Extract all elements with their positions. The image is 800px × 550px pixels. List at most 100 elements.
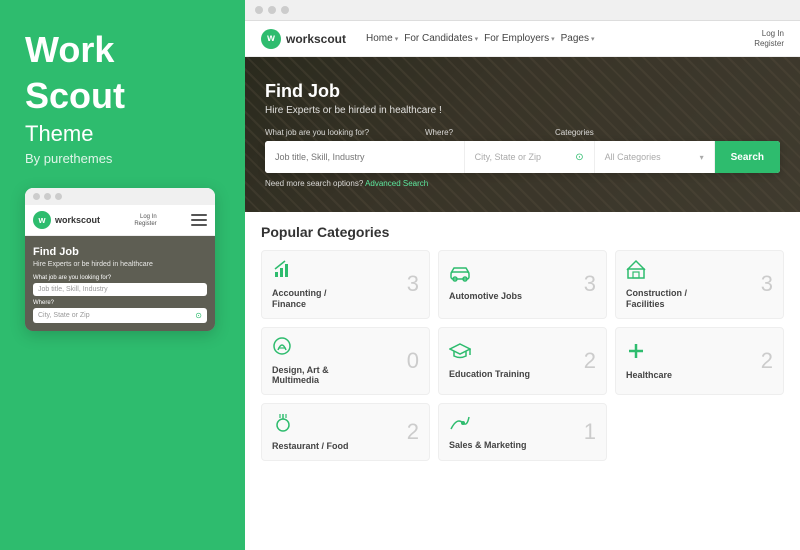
design-name: Design, Art &Multimedia <box>272 365 329 387</box>
nav-pages[interactable]: Pages ▾ <box>561 33 595 44</box>
restaurant-count: 2 <box>407 419 419 445</box>
education-icon <box>449 342 530 365</box>
hero-advanced-search: Need more search options? Advanced Searc… <box>265 179 780 188</box>
title-scout: Scout <box>25 76 220 116</box>
subtitle-theme: Theme <box>25 121 220 147</box>
mobile-job-label: What job are you looking for? <box>33 275 207 281</box>
site-register-link[interactable]: Register <box>754 39 784 48</box>
category-card-restaurant[interactable]: Restaurant / Food 2 <box>261 403 430 461</box>
education-name: Education Training <box>449 369 530 380</box>
site-logo: w workscout <box>261 29 346 49</box>
mobile-nav-right: Log In Register <box>134 214 156 227</box>
hero-search-button[interactable]: Search <box>715 141 780 173</box>
category-left-accounting: Accounting /Finance <box>272 259 327 310</box>
healthcare-name: Healthcare <box>626 370 672 381</box>
category-left-healthcare: Healthcare <box>626 341 672 381</box>
mobile-titlebar <box>25 188 215 205</box>
employers-chevron-icon: ▾ <box>551 35 555 43</box>
category-card-design[interactable]: Design, Art &Multimedia 0 <box>261 327 430 396</box>
site-logo-icon: w <box>261 29 281 49</box>
mobile-hero: Find Job Hire Experts or be hirded in he… <box>25 236 215 331</box>
mobile-login-link[interactable]: Log In <box>140 214 157 220</box>
automotive-count: 3 <box>584 271 596 297</box>
education-count: 2 <box>584 348 596 374</box>
title-work: Work <box>25 30 220 70</box>
website-preview: w workscout Home ▾ For Candidates ▾ For … <box>245 21 800 550</box>
nav-employers[interactable]: For Employers ▾ <box>484 33 555 44</box>
site-login-link[interactable]: Log In <box>762 29 784 38</box>
hero-location-input[interactable]: City, State or Zip ⊙ <box>465 141 595 173</box>
mobile-preview: w workscout Log In Register Find Job Hir… <box>25 188 215 331</box>
browser-dot-3 <box>281 6 289 14</box>
hero-job-input[interactable] <box>265 141 465 173</box>
category-card-sales[interactable]: Sales & Marketing 1 <box>438 403 607 461</box>
category-card-accounting[interactable]: Accounting /Finance 3 <box>261 250 430 319</box>
categories-grid: Accounting /Finance 3 Automotive Jobs 3 <box>261 250 784 461</box>
accounting-icon <box>272 259 327 284</box>
hero-category-select[interactable]: All Categories ▾ <box>595 141 715 173</box>
mobile-hero-content: Find Job Hire Experts or be hirded in he… <box>33 246 207 323</box>
automotive-icon <box>449 266 522 287</box>
mobile-dot-1 <box>33 193 40 200</box>
category-card-healthcare[interactable]: Healthcare 2 <box>615 327 784 396</box>
mobile-hero-title: Find Job <box>33 246 207 258</box>
site-logo-text: workscout <box>286 32 346 46</box>
category-card-automotive[interactable]: Automotive Jobs 3 <box>438 250 607 319</box>
location-pin-icon: ⊙ <box>575 152 583 163</box>
site-hero: Find Job Hire Experts or be hirded in he… <box>245 57 800 212</box>
restaurant-name: Restaurant / Food <box>272 441 349 452</box>
mobile-nav: w workscout Log In Register <box>25 205 215 236</box>
right-panel: w workscout Home ▾ For Candidates ▾ For … <box>245 0 800 550</box>
hero-search-bar: City, State or Zip ⊙ All Categories ▾ Se… <box>265 141 780 173</box>
mobile-logo-icon: w <box>33 211 51 229</box>
mobile-where-label: Where? <box>33 300 207 306</box>
hero-categories-label: Categories <box>555 128 780 137</box>
accounting-name: Accounting /Finance <box>272 288 327 310</box>
hero-labels: What job are you looking for? Where? Cat… <box>265 128 780 137</box>
category-left-restaurant: Restaurant / Food <box>272 412 349 452</box>
hero-title: Find Job <box>265 81 780 102</box>
nav-candidates[interactable]: For Candidates ▾ <box>404 33 478 44</box>
sales-icon <box>449 413 527 436</box>
hero-subtitle: Hire Experts or be hirded in healthcare … <box>265 105 780 116</box>
mobile-dot-2 <box>44 193 51 200</box>
sales-count: 1 <box>584 419 596 445</box>
mobile-register-link[interactable]: Register <box>134 221 156 227</box>
restaurant-icon <box>272 412 349 437</box>
advanced-search-link[interactable]: Advanced Search <box>365 179 428 188</box>
design-icon <box>272 336 329 361</box>
mobile-logo-text: workscout <box>55 215 100 225</box>
category-left-construction: Construction /Facilities <box>626 259 687 310</box>
hero-content: Find Job Hire Experts or be hirded in he… <box>245 81 800 188</box>
mobile-job-input[interactable]: Job title, Skill, Industry <box>33 283 207 296</box>
browser-dot-2 <box>268 6 276 14</box>
site-nav-right: Log In Register <box>754 29 784 48</box>
healthcare-count: 2 <box>761 348 773 374</box>
healthcare-icon <box>626 341 672 366</box>
mobile-hamburger-icon[interactable] <box>191 214 207 226</box>
candidates-chevron-icon: ▾ <box>475 35 479 43</box>
construction-name: Construction /Facilities <box>626 288 687 310</box>
mobile-hero-sub: Hire Experts or be hirded in healthcare <box>33 260 207 269</box>
site-nav-items: Home ▾ For Candidates ▾ For Employers ▾ … <box>366 33 744 44</box>
construction-count: 3 <box>761 271 773 297</box>
category-card-construction[interactable]: Construction /Facilities 3 <box>615 250 784 319</box>
categories-title: Popular Categories <box>261 224 784 240</box>
category-left-education: Education Training <box>449 342 530 380</box>
categories-section: Popular Categories Accounting /Finance 3 <box>245 212 800 550</box>
browser-dot-1 <box>255 6 263 14</box>
category-card-education[interactable]: Education Training 2 <box>438 327 607 396</box>
site-nav: w workscout Home ▾ For Candidates ▾ For … <box>245 21 800 57</box>
category-left-automotive: Automotive Jobs <box>449 266 522 302</box>
product-title: Work Scout Theme By purethemes <box>25 30 220 166</box>
construction-icon <box>626 259 687 284</box>
design-count: 0 <box>407 348 419 374</box>
nav-home[interactable]: Home ▾ <box>366 33 398 44</box>
accounting-count: 3 <box>407 271 419 297</box>
category-chevron-icon: ▾ <box>700 153 704 162</box>
left-panel: Work Scout Theme By purethemes w worksco… <box>0 0 245 550</box>
mobile-where-input[interactable]: City, State or Zip ⊙ <box>33 308 207 323</box>
mobile-logo: w workscout <box>33 211 100 229</box>
browser-chrome <box>245 0 800 21</box>
category-left-sales: Sales & Marketing <box>449 413 527 451</box>
